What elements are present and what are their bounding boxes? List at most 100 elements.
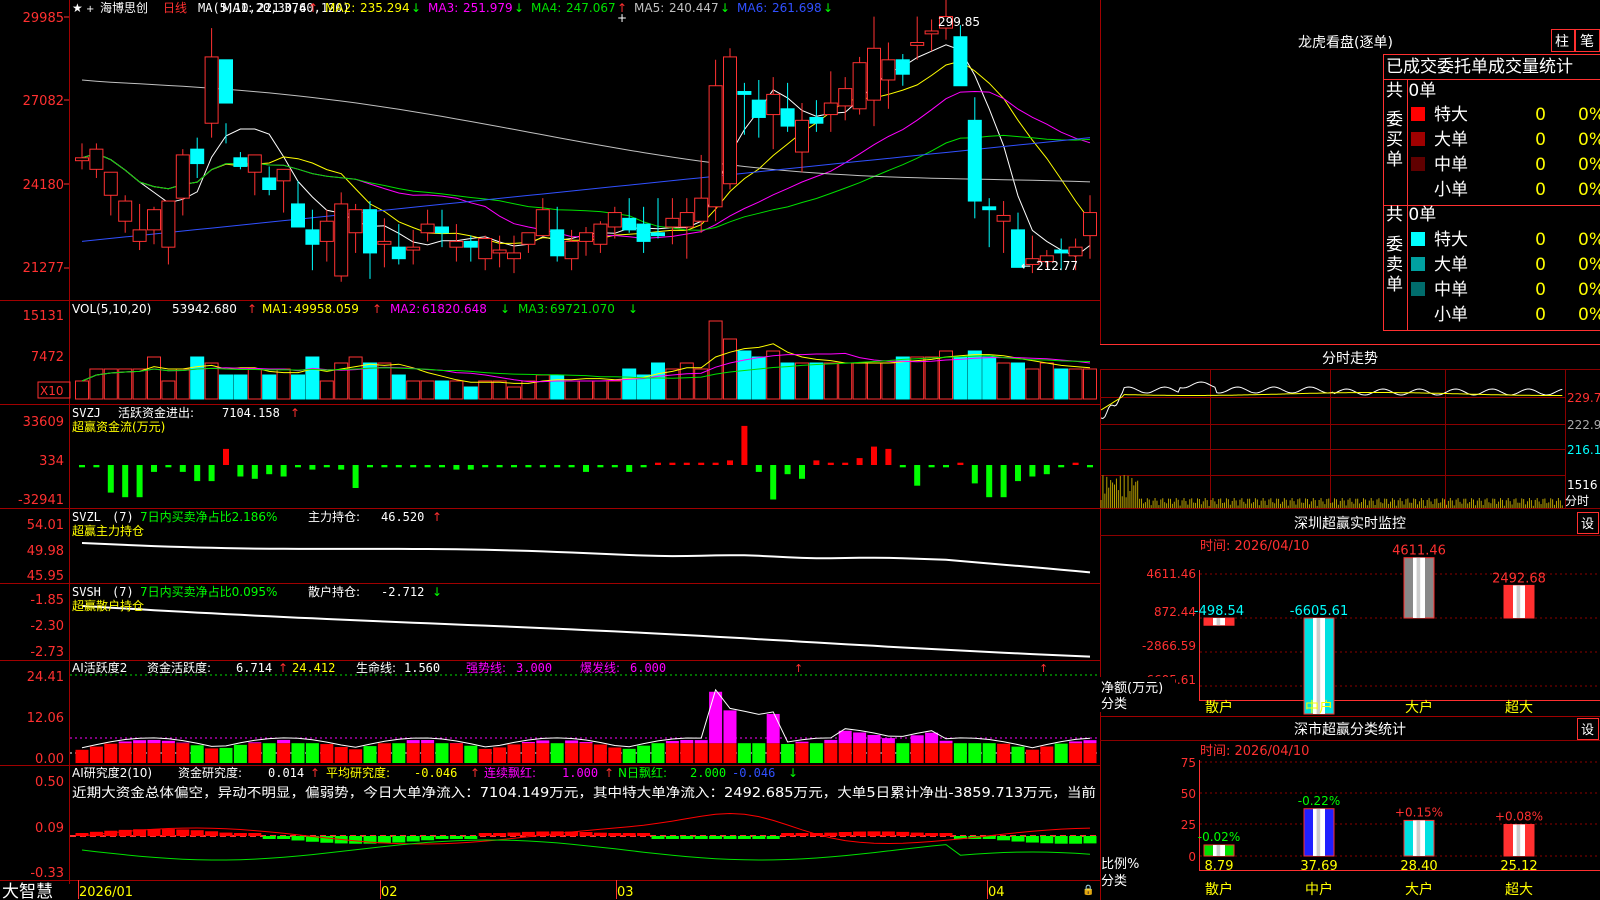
candle[interactable] xyxy=(334,192,349,282)
candle[interactable] xyxy=(910,16,925,60)
candle[interactable] xyxy=(391,224,406,265)
candle[interactable] xyxy=(219,59,233,144)
candle[interactable] xyxy=(550,206,565,262)
favorite-star-icon[interactable]: ★ xyxy=(72,1,83,15)
candle[interactable] xyxy=(535,198,550,237)
candle[interactable] xyxy=(521,232,536,253)
candle[interactable] xyxy=(190,137,205,178)
ai-bar xyxy=(176,742,190,744)
ai-active-panel[interactable]: 24.41 12.06 0.00 ↑ ↑ AI活跃度2 资金活跃度: 6.714… xyxy=(27,660,1098,767)
candle[interactable] xyxy=(363,201,377,279)
svzj-bar xyxy=(755,465,762,472)
svzj-panel[interactable]: 33609 334 -32941 SVZJ 活跃资金进出: 7104.158 ↑… xyxy=(18,405,1093,508)
intraday-title: 分时走势 xyxy=(1322,351,1378,367)
ai-research-panel[interactable]: 0.50 0.09 -0.33 AI研究度2(10) 资金研究度: 0.014 … xyxy=(30,765,1098,881)
candle[interactable] xyxy=(103,171,118,216)
candle-body xyxy=(319,220,334,242)
candle[interactable] xyxy=(579,226,593,256)
candle-body xyxy=(363,209,377,254)
candle-body xyxy=(982,206,997,211)
candle[interactable] xyxy=(449,224,464,262)
period-label[interactable]: 日线 xyxy=(163,1,187,15)
candle[interactable] xyxy=(924,19,939,52)
candle[interactable] xyxy=(406,229,421,265)
candle[interactable] xyxy=(291,180,305,228)
candle[interactable] xyxy=(694,154,709,233)
svsh-panel[interactable]: -1.85 -2.30 -2.73 SVSH (7) 7日内买卖净占比0.095… xyxy=(30,584,1091,660)
y-tick: 33609 xyxy=(23,415,64,430)
candle-body xyxy=(579,232,593,242)
candle[interactable] xyxy=(766,77,781,150)
candle[interactable] xyxy=(161,200,176,265)
research-bar xyxy=(349,836,363,844)
candle[interactable] xyxy=(982,198,997,248)
candles[interactable] xyxy=(75,0,1097,282)
candle[interactable] xyxy=(708,59,723,222)
candle[interactable] xyxy=(665,198,680,245)
candle[interactable] xyxy=(636,206,651,253)
volume-panel[interactable]: 15131 7472 X10 VOL(5,10,20) 53942.680 ↑ … xyxy=(23,302,1097,400)
candle[interactable] xyxy=(319,209,334,262)
sz-monitor-panel[interactable]: 深圳超赢实时监控 设 时间: 2026/04/10 4611.46 872.44… xyxy=(1100,512,1600,717)
candle[interactable] xyxy=(607,206,622,239)
candle[interactable] xyxy=(247,154,262,196)
research-bar xyxy=(1011,836,1025,842)
high-price-label: 299.85 xyxy=(938,15,980,29)
research-bar xyxy=(219,832,233,836)
research-bar xyxy=(190,830,204,836)
size-count: 0 xyxy=(1535,130,1546,150)
candle[interactable] xyxy=(967,97,982,219)
lock-icon[interactable]: 🔒 xyxy=(1082,884,1094,896)
candle[interactable] xyxy=(895,54,910,86)
candle[interactable] xyxy=(651,198,665,239)
candle[interactable] xyxy=(780,82,795,132)
ai-active-value2: 24.412 xyxy=(292,661,335,675)
sz-class-panel[interactable]: 深市超赢分类统计 设 时间: 2026/04/10 75 50 25 0 比例%… xyxy=(1100,716,1600,899)
candle[interactable] xyxy=(838,77,853,121)
research-bar xyxy=(766,836,780,839)
ai-bar xyxy=(248,743,262,763)
candle[interactable] xyxy=(795,103,809,173)
candle[interactable] xyxy=(881,42,896,109)
candle[interactable] xyxy=(823,71,838,132)
candle[interactable] xyxy=(953,25,968,87)
candle[interactable] xyxy=(435,209,449,248)
svzj-bar xyxy=(352,465,359,488)
candle[interactable] xyxy=(809,100,824,132)
candle[interactable] xyxy=(593,221,608,253)
ai-bar xyxy=(1011,746,1025,763)
ai-bar xyxy=(277,743,291,763)
intraday-panel[interactable]: 分时走势 229.7 222.9 216.1 1516 分时 xyxy=(1100,345,1600,509)
candle[interactable] xyxy=(737,82,752,135)
bar-mode-label[interactable]: 柱 xyxy=(1555,34,1569,50)
candle[interactable] xyxy=(276,168,291,213)
volume-bar xyxy=(463,386,478,400)
sell-side-label: 单 xyxy=(1386,275,1403,295)
candle[interactable] xyxy=(507,235,521,274)
candle[interactable] xyxy=(478,235,493,271)
settings-label[interactable]: 设 xyxy=(1581,723,1594,738)
plus-icon[interactable]: + xyxy=(86,4,94,15)
candle[interactable] xyxy=(132,203,147,251)
candle[interactable] xyxy=(348,203,363,253)
research-bar xyxy=(449,836,463,839)
candle[interactable] xyxy=(204,28,219,138)
kline-panel[interactable]: 29985 27082 24180 21277 ★ + 海博思创 日线 MA(5… xyxy=(23,0,1097,282)
candle[interactable] xyxy=(852,56,867,115)
candle[interactable] xyxy=(723,48,737,190)
candle[interactable] xyxy=(751,79,766,138)
candle[interactable] xyxy=(305,209,320,271)
candle[interactable] xyxy=(420,209,435,242)
candle[interactable] xyxy=(262,166,277,196)
svzl-panel[interactable]: 54.01 49.98 45.95 SVZL (7) 7日内买卖净占比2.186… xyxy=(27,509,1091,584)
candle[interactable] xyxy=(233,152,248,170)
candle[interactable] xyxy=(89,143,104,178)
candle[interactable] xyxy=(996,201,1011,253)
candle[interactable] xyxy=(118,195,133,233)
candle[interactable] xyxy=(147,206,161,245)
candle[interactable] xyxy=(867,16,881,127)
settings-label[interactable]: 设 xyxy=(1581,517,1594,532)
stroke-mode-label[interactable]: 笔 xyxy=(1580,34,1594,50)
candle-body xyxy=(795,119,809,153)
candle[interactable] xyxy=(175,149,190,216)
